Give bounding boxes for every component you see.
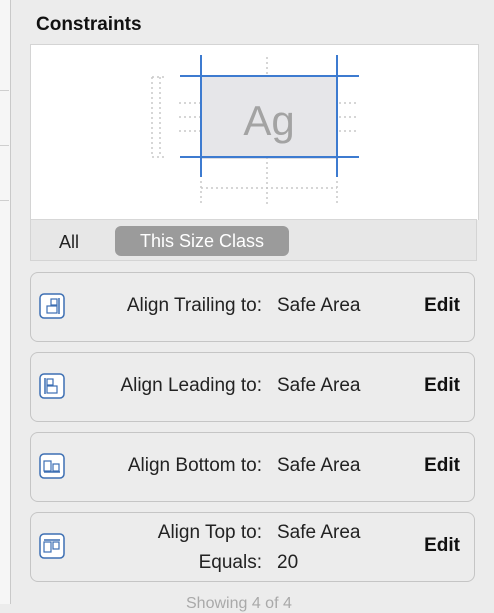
divider: [0, 90, 9, 91]
align-bottom-icon: [39, 453, 65, 479]
sample-text: Ag: [243, 97, 294, 144]
constraint-row-leading[interactable]: Align Leading to: Safe Area Edit: [30, 352, 475, 422]
tab-all[interactable]: All: [59, 232, 79, 253]
edit-button[interactable]: Edit: [424, 295, 460, 317]
constraint-value: Safe Area: [277, 295, 361, 316]
edit-button[interactable]: Edit: [424, 455, 460, 477]
constraint-value: Safe Area: [277, 375, 361, 396]
constraint-label: Align Trailing to:: [126, 295, 262, 316]
constraint-label: Align Leading to:: [120, 375, 262, 396]
constraint-constant-value: 20: [277, 552, 299, 573]
constraint-label: Align Bottom to:: [127, 455, 262, 476]
constraint-row-trailing[interactable]: Align Trailing to: Safe Area Edit: [30, 272, 475, 342]
size-class-tabs: All This Size Class: [30, 219, 477, 261]
constraint-constant-label: Equals:: [198, 552, 262, 573]
constraint-row-bottom[interactable]: Align Bottom to: Safe Area Edit: [30, 432, 475, 502]
edit-button[interactable]: Edit: [424, 375, 460, 397]
constraint-value: Safe Area: [277, 455, 361, 476]
constraint-row-top[interactable]: Align Top to: Safe Area Equals: 20 Edit: [30, 512, 475, 582]
constraint-preview: Ag: [30, 44, 479, 220]
section-title: Constraints: [36, 14, 142, 35]
divider: [0, 145, 9, 146]
left-panel-edge: [0, 0, 11, 604]
constraint-value: Safe Area: [277, 522, 361, 543]
constraint-count: Showing 4 of 4: [186, 595, 292, 612]
align-leading-icon: [39, 373, 65, 399]
edit-button[interactable]: Edit: [424, 535, 460, 557]
align-top-icon: [39, 533, 65, 559]
constraint-label: Align Top to:: [157, 522, 262, 543]
constraint-diagram: Ag: [151, 55, 359, 207]
tab-this-size-class[interactable]: This Size Class: [115, 226, 289, 256]
align-trailing-icon: [39, 293, 65, 319]
divider: [0, 200, 9, 201]
